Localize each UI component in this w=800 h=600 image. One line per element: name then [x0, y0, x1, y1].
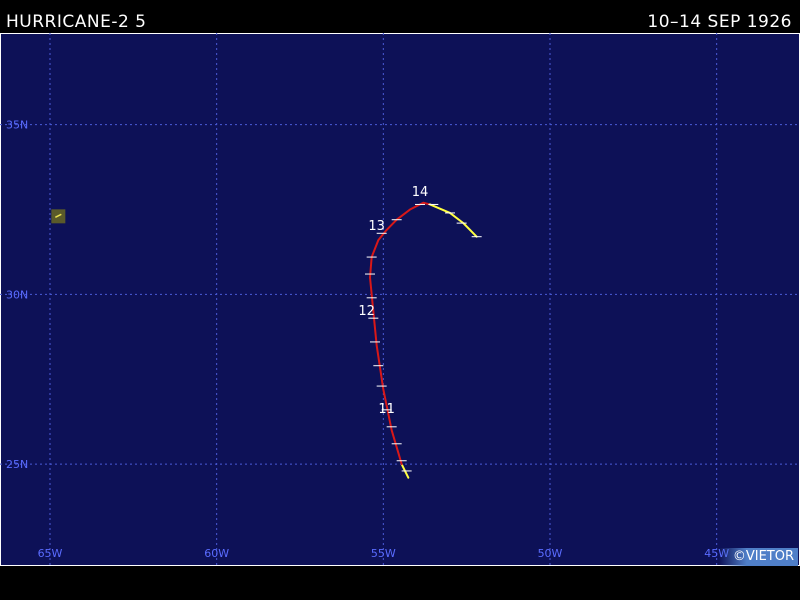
day-label: 12: [358, 304, 375, 319]
ocean-background: [0, 33, 800, 566]
track-map: 35N 30N 25N 65W 60W 55W 50W 45W 11 12 13 14: [0, 33, 800, 566]
map-canvas: 35N30N25N65W 60W 55W 50W 45W 11121314: [0, 33, 800, 566]
storm-name: HURRICANE-2 5: [6, 12, 147, 32]
day-label: 13: [368, 219, 385, 234]
lon-label: 65W: [38, 547, 63, 560]
lon-label: 55W: [371, 547, 396, 560]
lat-label: 30N: [6, 288, 28, 301]
land-layer: [51, 209, 66, 224]
title-bar: HURRICANE-2 5 10–14 SEP 1926: [0, 0, 800, 33]
lon-label: 60W: [204, 547, 229, 560]
day-label: 14: [412, 185, 429, 200]
lat-label: 25N: [6, 458, 28, 471]
bottom-bar: [0, 566, 800, 600]
credit-label: ©VIETOR: [718, 548, 798, 566]
date-range: 10–14 SEP 1926: [647, 12, 792, 32]
lon-label: 50W: [538, 547, 563, 560]
day-label: 11: [378, 402, 395, 417]
lat-label: 35N: [6, 119, 28, 132]
